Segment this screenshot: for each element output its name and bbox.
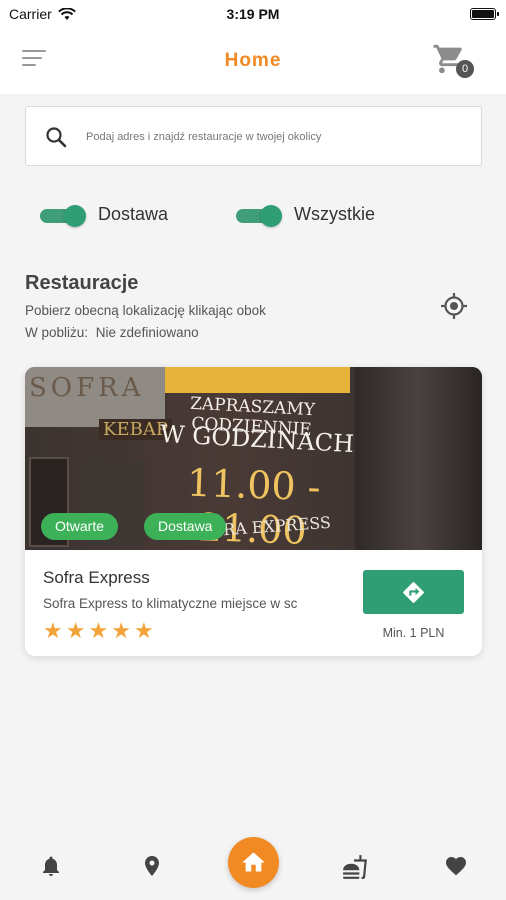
restaurant-card[interactable]: SOFRA KEBAP ZAPRASZAMY CODZIENNIE W GODZ… bbox=[25, 367, 482, 656]
toggle-delivery[interactable]: Dostawa bbox=[40, 200, 169, 227]
restaurant-icon bbox=[343, 855, 367, 879]
toggle-all[interactable]: Wszystkie bbox=[236, 200, 375, 227]
delivery-label: Dostawa bbox=[98, 203, 169, 224]
star-icon: ★ bbox=[133, 618, 154, 643]
locate-button[interactable] bbox=[440, 292, 468, 320]
photo-sign-text: SOFRA bbox=[29, 373, 145, 403]
app-header: Home 0 bbox=[0, 28, 506, 94]
directions-icon bbox=[403, 582, 424, 603]
home-icon bbox=[242, 852, 265, 872]
clock: 3:19 PM bbox=[226, 6, 280, 22]
star-icon: ★ bbox=[43, 618, 63, 643]
search-placeholder: Podaj adres i znajdź restauracje w twoje… bbox=[86, 131, 322, 143]
heart-icon bbox=[446, 857, 466, 876]
nearby-value: Nie zdefiniowano bbox=[95, 325, 199, 340]
nearby-row: W pobliżu: Nie zdefiniowano bbox=[25, 325, 199, 340]
search-input[interactable]: Podaj adres i znajdź restauracje w twoje… bbox=[25, 106, 482, 166]
all-switch[interactable] bbox=[236, 205, 282, 227]
filter-toggles: Dostawa Wszystkie bbox=[40, 200, 480, 230]
rating-stars: ★ ★ ★ ★ ★ bbox=[43, 619, 154, 643]
nav-home[interactable] bbox=[228, 837, 279, 888]
all-label: Wszystkie bbox=[294, 203, 375, 224]
section-subtitle: Pobierz obecną lokalizację klikając obok bbox=[25, 303, 266, 318]
open-badge: Otwarte bbox=[41, 513, 119, 540]
delivery-switch[interactable] bbox=[40, 205, 86, 227]
nav-map[interactable] bbox=[140, 854, 166, 880]
restaurant-description: Sofra Express to klimatyczne miejsce w s… bbox=[43, 596, 298, 611]
page-title: Home bbox=[224, 50, 282, 71]
star-icon: ★ bbox=[111, 618, 131, 643]
gps-crosshair-icon bbox=[441, 293, 467, 319]
nearby-label: W pobliżu: bbox=[25, 325, 89, 340]
nav-favorites[interactable] bbox=[444, 854, 470, 880]
bottom-navigation bbox=[0, 830, 506, 900]
section-title: Restauracje bbox=[25, 272, 139, 294]
nav-restaurants[interactable] bbox=[342, 854, 368, 880]
cart-count-badge: 0 bbox=[456, 60, 474, 78]
directions-button[interactable] bbox=[363, 570, 464, 614]
restaurant-name: Sofra Express bbox=[43, 568, 150, 587]
restaurant-photo: SOFRA KEBAP ZAPRASZAMY CODZIENNIE W GODZ… bbox=[25, 367, 482, 550]
nav-notifications[interactable] bbox=[39, 854, 65, 880]
minimum-order: Min. 1 PLN bbox=[382, 626, 445, 640]
cart-button[interactable]: 0 bbox=[432, 42, 474, 80]
status-bar: Carrier 3:19 PM bbox=[0, 0, 506, 28]
star-icon: ★ bbox=[65, 618, 86, 643]
delivery-badge: Dostawa bbox=[144, 513, 227, 540]
location-pin-icon bbox=[145, 856, 159, 876]
star-icon: ★ bbox=[88, 618, 109, 643]
search-icon bbox=[46, 127, 67, 148]
battery-icon bbox=[470, 8, 499, 20]
bell-icon bbox=[43, 856, 59, 876]
